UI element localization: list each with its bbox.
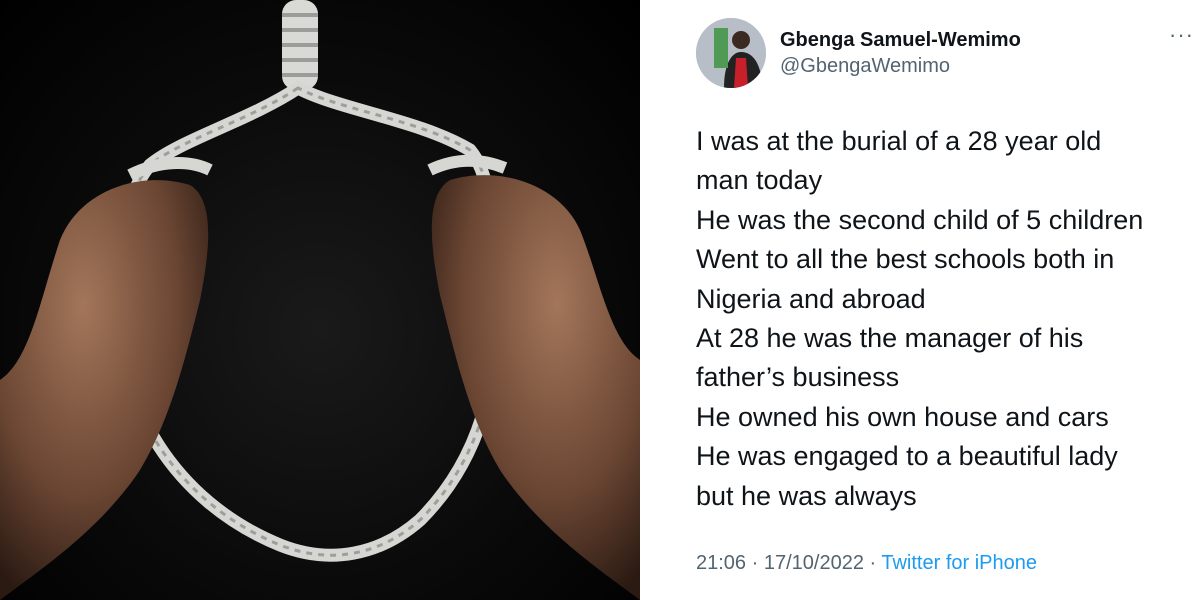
author-handle[interactable]: @GbengaWemimo — [780, 55, 950, 78]
tweet-source-link[interactable]: Twitter for iPhone — [881, 552, 1037, 574]
meta-separator: · — [746, 552, 764, 574]
tweet-line: man today — [696, 165, 823, 196]
noose-illustration — [0, 0, 640, 600]
tweet-date[interactable]: 17/10/2022 — [764, 552, 864, 574]
avatar[interactable] — [696, 18, 766, 88]
tweet-time[interactable]: 21:06 — [696, 552, 746, 574]
tweet-line: He was the second child of 5 children — [696, 204, 1144, 235]
tweet-card: Gbenga Samuel-Wemimo @GbengaWemimo ··· I… — [640, 0, 1200, 600]
author-name[interactable]: Gbenga Samuel-Wemimo — [780, 29, 1021, 52]
tweet-line: He was engaged to a beautiful lady — [696, 441, 1118, 472]
tweet-line: He owned his own house and cars — [696, 401, 1109, 432]
tweet-line: I was at the burial of a 28 year old — [696, 126, 1102, 156]
tweet-line: but he was always — [696, 480, 917, 511]
tweet-meta: 21:06 · 17/10/2022 · Twitter for iPhone — [696, 552, 1037, 575]
tweet-text: I was at the burial of a 28 year old man… — [696, 122, 1196, 516]
avatar-image — [696, 18, 766, 88]
tweet-line: father’s business — [696, 362, 900, 393]
more-horizontal-icon[interactable]: ··· — [1169, 22, 1194, 48]
meta-separator: · — [863, 552, 882, 574]
tweet-line: Went to all the best schools both in — [696, 244, 1115, 275]
tweet-line: Nigeria and abroad — [696, 283, 926, 314]
tweet-line: At 28 he was the manager of his — [696, 323, 1084, 354]
noose-photo — [0, 0, 640, 600]
